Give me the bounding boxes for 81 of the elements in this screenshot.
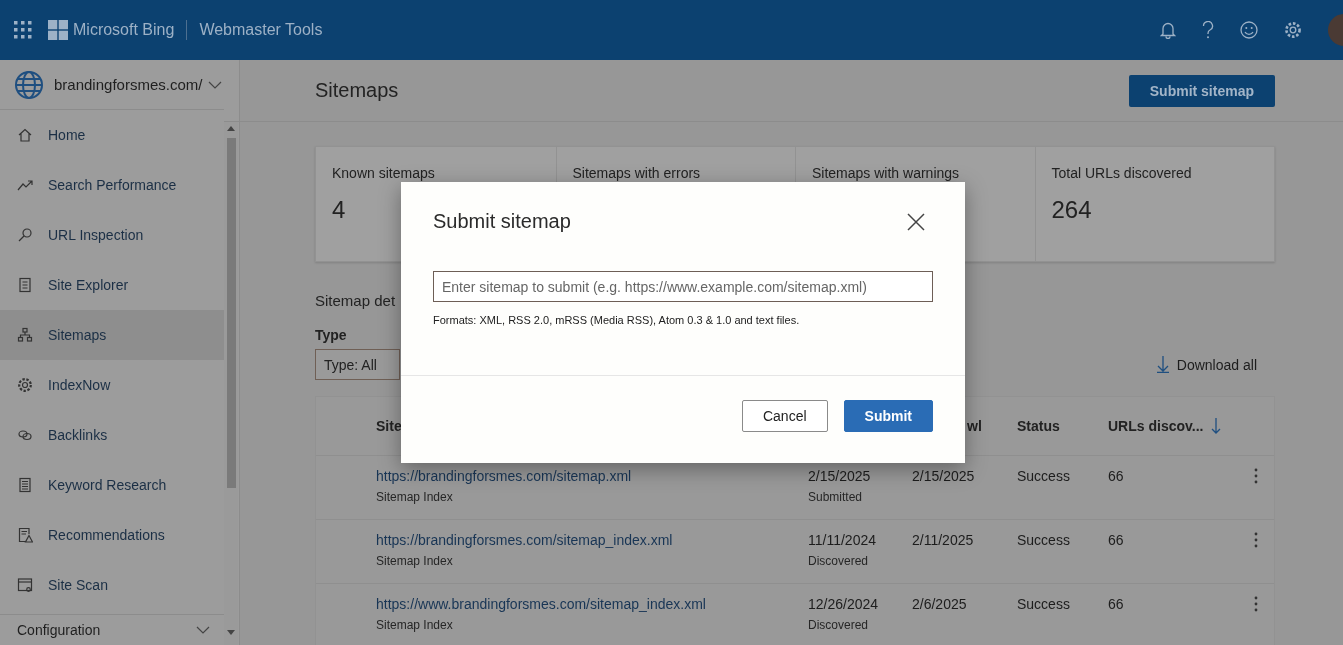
date-note: Discovered	[808, 618, 869, 632]
scroll-down-icon[interactable]	[227, 630, 235, 635]
last-crawl-cell: 2/15/2025	[912, 468, 975, 484]
nav-item[interactable]: Search Performance	[0, 160, 224, 211]
status-cell: Success	[1017, 468, 1070, 484]
sitemap-type: Sitemap Index	[376, 618, 453, 632]
sitemap-icon	[17, 327, 33, 344]
brand-name: Microsoft Bing	[73, 21, 175, 39]
nav-item[interactable]: Site Scan	[0, 560, 224, 611]
download-icon	[1156, 356, 1169, 373]
last-crawl-cell: 2/11/2025	[912, 532, 974, 548]
gear-icon	[17, 377, 33, 394]
urls-count-cell: 66	[1108, 596, 1124, 612]
submit-button[interactable]: Submit	[843, 400, 933, 432]
nav-item[interactable]: Keyword Research	[0, 460, 224, 511]
stat-label: Sitemaps with errors	[572, 165, 701, 181]
scroll-up-icon[interactable]	[227, 126, 235, 131]
section-label[interactable]: Configuration	[17, 622, 101, 639]
product-name[interactable]: Webmaster Tools	[199, 21, 323, 39]
sort-arrow-icon[interactable]	[1211, 418, 1222, 434]
column-header[interactable]: wl	[967, 418, 982, 434]
cancel-button[interactable]: Cancel	[741, 400, 828, 432]
list-icon	[17, 477, 33, 494]
search-icon	[17, 227, 33, 244]
last-crawl-cell: 2/6/2025	[912, 596, 967, 612]
site-selector[interactable]: brandingforsmes.com/	[54, 76, 203, 94]
nav-item[interactable]: Recommendations	[0, 510, 224, 561]
nav-item[interactable]: URL Inspection	[0, 210, 224, 261]
bell-icon[interactable]	[1160, 21, 1176, 39]
column-header[interactable]: Site	[376, 418, 402, 434]
column-header[interactable]: Status	[1017, 418, 1060, 434]
date-cell: 12/26/2024	[808, 596, 879, 612]
nav-item[interactable]: Site Explorer	[0, 260, 224, 311]
sitemap-type: Sitemap Index	[376, 554, 453, 568]
sitemap-url-field[interactable]: Enter sitemap to submit (e.g. https://www.example.com/sitemap.xml)	[433, 271, 933, 302]
more-options-icon[interactable]	[1254, 532, 1258, 548]
nav-item[interactable]: Sitemaps	[0, 310, 224, 361]
chevron-icon[interactable]	[196, 626, 210, 635]
chevron-down-icon[interactable]	[208, 80, 222, 89]
sitemap-url-link[interactable]: https://brandingforsmes.com/sitemap_index.xml	[376, 532, 673, 548]
urls-count-cell: 66	[1108, 532, 1124, 548]
column-header[interactable]: URLs discov...	[1108, 418, 1204, 434]
nav-item[interactable]: IndexNow	[0, 360, 224, 411]
status-cell: Success	[1017, 596, 1070, 612]
stat-label: Total URLs discovered	[1051, 165, 1192, 181]
stat-label: Sitemaps with warnings	[812, 165, 960, 181]
more-options-icon[interactable]	[1254, 468, 1258, 484]
submit-sitemap-button[interactable]: Submit sitemap	[1128, 74, 1275, 107]
home-icon	[17, 127, 33, 144]
urls-count-cell: 66	[1108, 468, 1124, 484]
scan-icon	[17, 577, 33, 594]
more-options-icon[interactable]	[1254, 596, 1258, 612]
formats-hint: Formats: XML, RSS 2.0, mRSS (Media RSS), Atom 0.3 & 1.0 and text files.	[433, 314, 800, 326]
settings-icon[interactable]	[1284, 21, 1302, 39]
date-note: Submitted	[808, 490, 863, 504]
date-cell: 2/15/2025	[808, 468, 871, 484]
page-title: Sitemaps	[315, 79, 399, 102]
nav-item[interactable]: Home	[0, 110, 224, 161]
app-launcher-icon[interactable]	[14, 21, 32, 39]
stat-label: Known sitemaps	[332, 165, 435, 181]
smiley-icon[interactable]	[1240, 21, 1258, 39]
sitemap-type: Sitemap Index	[376, 490, 453, 504]
stat-value: 4	[332, 196, 346, 224]
sitemap-url-link[interactable]: https://brandingforsmes.com/sitemap.xml	[376, 468, 632, 484]
windows-logo-icon	[48, 20, 68, 40]
date-note: Discovered	[808, 554, 869, 568]
sitemap-url-link[interactable]: https://www.brandingforsmes.com/sitemap_index.xml	[376, 596, 706, 612]
download-all-link[interactable]: Download all	[1156, 356, 1257, 373]
dialog-title: Submit sitemap	[433, 210, 571, 233]
document-icon	[17, 277, 33, 294]
type-dropdown[interactable]: Type: All	[315, 349, 400, 380]
warning-icon	[17, 527, 33, 544]
close-icon[interactable]	[907, 212, 925, 231]
stat-value: 264	[1051, 196, 1092, 224]
globe-icon	[14, 69, 44, 100]
section-heading: Sitemap det	[315, 292, 396, 309]
status-cell: Success	[1017, 532, 1070, 548]
help-icon[interactable]	[1202, 21, 1214, 39]
nav-item[interactable]: Backlinks	[0, 410, 224, 461]
filter-label: Type	[315, 327, 347, 343]
date-cell: 11/11/2024	[808, 532, 876, 548]
